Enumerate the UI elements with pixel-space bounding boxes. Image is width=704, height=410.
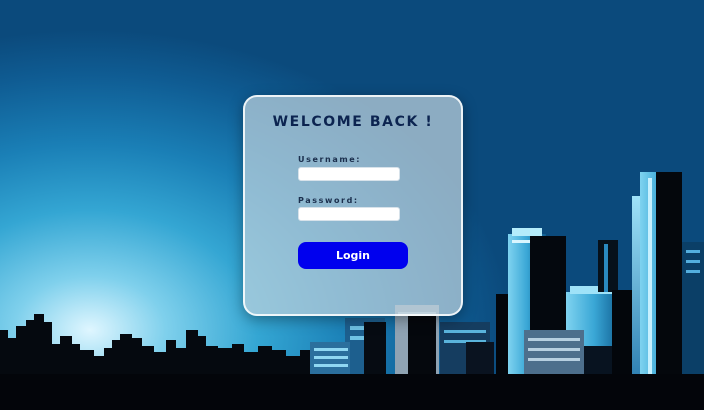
- welcome-title: WELCOME BACK !: [272, 114, 434, 130]
- login-card: WELCOME BACK ! Username: Password: Login: [243, 95, 463, 316]
- username-input[interactable]: [298, 167, 400, 181]
- username-label: Username:: [298, 155, 362, 164]
- login-screen: WELCOME BACK ! Username: Password: Login: [0, 0, 704, 410]
- login-button[interactable]: Login: [298, 242, 408, 269]
- password-label: Password:: [298, 196, 359, 205]
- password-input[interactable]: [298, 207, 400, 221]
